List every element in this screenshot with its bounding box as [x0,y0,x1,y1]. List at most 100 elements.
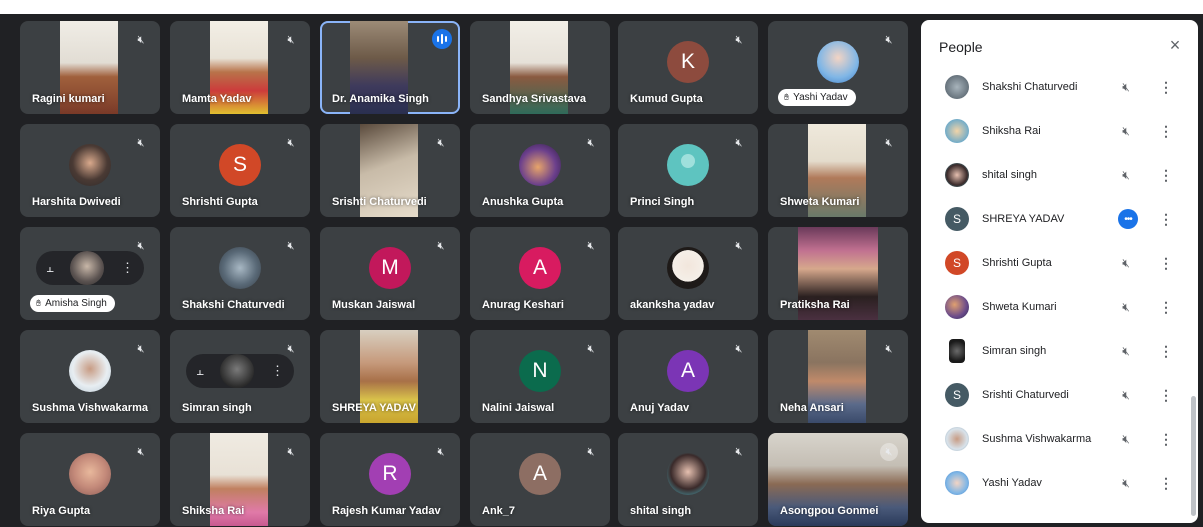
close-icon[interactable]: × [1164,34,1186,56]
participant-name: Simran singh [182,402,252,414]
person-name: Shakshi Chaturvedi [982,81,1078,93]
mic-off-icon: 🔇︎ [137,239,145,252]
mic-off-icon: 🔇︎ [287,445,295,458]
participant-tile[interactable]: 🔇︎ Shweta Kumari [768,124,908,217]
participant-name: Princi Singh [630,196,695,208]
mic-off-icon: 🔇︎ [587,342,595,355]
pin-icon[interactable]: ⫠ [196,363,204,379]
mic-off-icon: 🔇︎ [885,33,893,46]
raised-hand-badge: ✋︎ Yashi Yadav [778,89,856,106]
participant-name: Asongpou Gonmei [780,505,879,517]
mic-off-icon: 🔇︎ [1122,343,1130,358]
participant-tile[interactable]: 🔇︎ Neha Ansari [768,330,908,423]
participant-tile[interactable]: M 🔇︎ Muskan Jaiswal [320,227,460,320]
mic-off-icon: 🔇︎ [1122,79,1130,94]
scrollbar[interactable] [1191,66,1196,518]
participant-name: Anurag Keshari [482,299,564,311]
participant-tile[interactable]: 🔇︎ Princi Singh [618,124,758,217]
participant-tile[interactable]: 🔇︎ akanksha yadav [618,227,758,320]
avatar [945,427,969,451]
people-list-item[interactable]: S Shrishti Gupta 🔇︎ ⋮ [921,242,1189,286]
more-vert-icon[interactable]: ⋮ [1159,298,1173,316]
participant-tile[interactable]: R 🔇︎ Rajesh Kumar Yadav [320,433,460,526]
avatar-letter: R [369,452,411,495]
participant-tile[interactable]: ⫠ ⋮ 🔇︎ Simran singh [170,330,310,423]
participant-tile[interactable]: 🔇︎ shital singh [618,433,758,526]
person-placeholder-icon [667,143,709,186]
participant-tile[interactable]: 🔇︎ Ragini kumari [20,21,160,114]
avatar [69,349,111,392]
participant-tile[interactable]: 🔇︎ Sushma Vishwakarma [20,330,160,423]
people-list-item[interactable]: shital singh 🔇︎ ⋮ [921,154,1189,198]
participant-tile[interactable]: A 🔇︎ Anuj Yadav [618,330,758,423]
more-vert-icon[interactable]: ⋮ [1159,122,1173,140]
people-list-item[interactable]: Yashi Yadav 🔇︎ ⋮ [921,462,1189,506]
participant-tile[interactable]: 🔇︎ Shakshi Chaturvedi [170,227,310,320]
more-vert-icon[interactable]: ⋮ [1159,254,1173,272]
person-name: Yashi Yadav [982,477,1042,489]
avatar [945,471,969,495]
more-vert-icon[interactable]: ⋮ [1159,474,1173,492]
mic-off-icon: 🔇︎ [735,342,743,355]
scrollbar-thumb[interactable] [1191,396,1196,516]
participant-tile[interactable]: S 🔇︎ Shrishti Gupta [170,124,310,217]
participant-tile-active-speaker[interactable]: Dr. Anamika Singh [320,21,460,114]
participant-name: Pratiksha Rai [780,299,850,311]
participant-tile[interactable]: A 🔇︎ Ank_7 [470,433,610,526]
more-vert-icon[interactable]: ⋮ [1159,166,1173,184]
participant-name: Amisha Singh [45,298,107,309]
people-list-item[interactable]: S SHREYA YADAV ••• ⋮ [921,198,1189,242]
participant-tile[interactable]: SHREYA YADAV [320,330,460,423]
participant-tile[interactable]: A 🔇︎ Anurag Keshari [470,227,610,320]
participant-name: Rajesh Kumar Yadav [332,505,441,517]
people-list-item[interactable]: Sushma Vishwakarma 🔇︎ ⋮ [921,418,1189,462]
mic-off-icon: 🔇︎ [587,136,595,149]
people-list-item[interactable]: Shweta Kumari 🔇︎ ⋮ [921,286,1189,330]
participant-tile[interactable]: 🔇︎ Shiksha Rai [170,433,310,526]
people-list-item[interactable]: Simran singh 🔇︎ ⋮ [921,330,1189,374]
mic-off-icon: 🔇︎ [885,342,893,355]
avatar [220,353,255,388]
participant-tile[interactable]: K 🔇︎ Kumud Gupta [618,21,758,114]
more-vert-icon[interactable]: ⋮ [1159,78,1173,96]
avatar-letter: S [945,207,969,231]
participant-tile[interactable]: 🔇︎ ✋︎ Yashi Yadav [768,21,908,114]
participant-tile[interactable]: 🔇︎ Riya Gupta [20,433,160,526]
participant-tile[interactable]: Sandhya Srivastava [470,21,610,114]
participant-name: Kumud Gupta [630,93,703,105]
participant-tile[interactable]: 🔇︎ Srishti Chaturvedi [320,124,460,217]
person-name: Shiksha Rai [982,125,1041,137]
speaking-indicator-icon: ••• [1118,209,1138,229]
people-list-item[interactable]: S Srishti Chaturvedi 🔇︎ ⋮ [921,374,1189,418]
participant-tile[interactable]: 🔇︎ Asongpou Gonmei [768,433,908,526]
avatar [949,339,965,363]
audio-level-icon [432,29,452,49]
more-vert-icon[interactable]: ⋮ [1159,342,1173,360]
more-vert-icon[interactable]: ⋮ [1159,430,1173,448]
person-name: Shrishti Gupta [982,257,1052,269]
avatar [945,119,969,143]
mic-off-icon: 🔇︎ [735,445,743,458]
participant-tile[interactable]: Pratiksha Rai [768,227,908,320]
participant-tile[interactable]: N 🔇︎ Nalini Jaiswal [470,330,610,423]
participant-name: Sushma Vishwakarma [32,402,148,414]
pin-icon[interactable]: ⫠ [46,260,54,276]
people-list-item[interactable]: Shiksha Rai 🔇︎ ⋮ [921,110,1189,154]
mic-off-icon: 🔇︎ [1122,431,1130,446]
people-list-item[interactable]: Shakshi Chaturvedi 🔇︎ ⋮ [921,66,1189,110]
participant-grid: 🔇︎ Ragini kumari 🔇︎ Mamta Yadav Dr. Anam… [0,14,915,527]
avatar-letter: M [369,246,411,289]
more-vert-icon[interactable]: ⋮ [1159,210,1173,228]
participant-tile[interactable]: ⫠ ⋮ 🔇︎ ✋︎ Amisha Singh [20,227,160,320]
participant-tile[interactable]: 🔇︎ Anushka Gupta [470,124,610,217]
participant-tile[interactable]: 🔇︎ Harshita Dwivedi [20,124,160,217]
participant-name: Anuj Yadav [630,402,690,414]
more-vert-icon[interactable]: ⋮ [121,260,134,276]
participant-tile[interactable]: 🔇︎ Mamta Yadav [170,21,310,114]
avatar [945,75,969,99]
person-name: Srishti Chaturvedi [982,389,1069,401]
more-vert-icon[interactable]: ⋮ [1159,386,1173,404]
more-vert-icon[interactable]: ⋮ [271,363,284,379]
mic-off-icon: 🔇︎ [137,33,145,46]
mic-off-icon: 🔇︎ [735,136,743,149]
